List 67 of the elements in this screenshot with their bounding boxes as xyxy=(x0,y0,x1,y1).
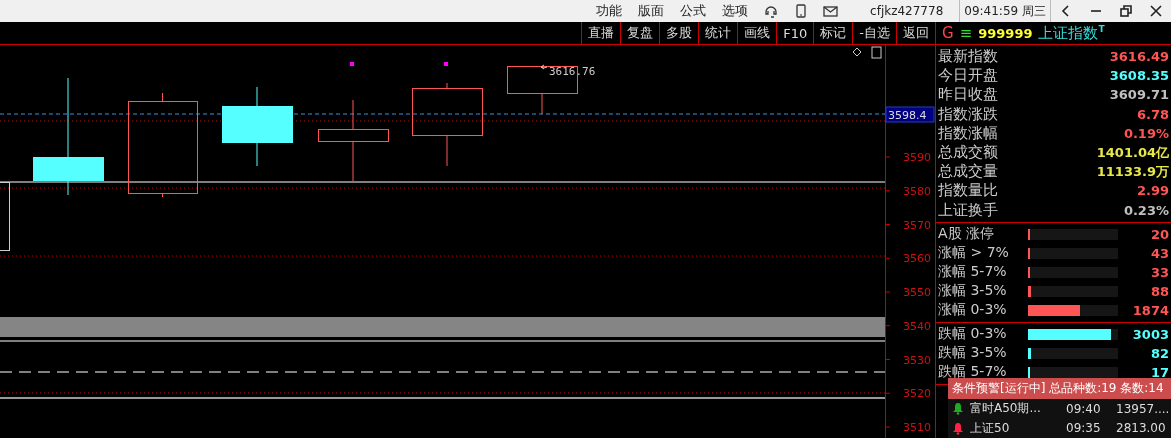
quote-label: 今日开盘 xyxy=(938,66,998,86)
quote-value: 11133.9万 xyxy=(1096,162,1169,181)
menu-glyph[interactable]: ≡ xyxy=(959,24,973,42)
stock-name: 上证指数$^{T}$ xyxy=(1038,23,1105,43)
alert-name[interactable]: 富时A50期... xyxy=(970,400,1060,418)
username: cfjkz427778 xyxy=(869,4,945,18)
price-axis-label: 3510 xyxy=(903,421,931,434)
window-icon[interactable] xyxy=(871,46,882,59)
alert-price: 13957.... xyxy=(1116,401,1170,416)
breadth-count: 3003 xyxy=(1131,326,1169,342)
breadth-count: 1874 xyxy=(1131,302,1169,318)
quote-value: 2.99 xyxy=(1136,183,1169,199)
superscript-label: T xyxy=(1098,23,1105,34)
quote-value: 0.19% xyxy=(1123,125,1169,141)
alert-title: 条件预警[运行中] 总品种数:19 条数:14 xyxy=(948,378,1171,400)
market-letter: G xyxy=(942,24,954,42)
alert-time: 09:40 xyxy=(1066,401,1102,416)
quote-label: 指数涨幅 xyxy=(938,123,998,143)
breadth-count: 82 xyxy=(1149,345,1169,361)
breadth-label: 涨幅 0-3% xyxy=(938,301,1008,320)
menu-item[interactable]: 功能 xyxy=(588,2,631,20)
candlestick xyxy=(0,182,10,251)
breadth-label: 跌幅 3-5% xyxy=(938,344,1008,363)
clock: 09:41:59 周三 xyxy=(959,0,1051,22)
breadth-count: 20 xyxy=(1149,226,1169,242)
price-axis-label: 3540 xyxy=(903,319,931,333)
alert-price: 2813.00 xyxy=(1116,421,1166,436)
quote-label: 总成交量 xyxy=(938,162,998,182)
price-axis-label: 3590 xyxy=(903,151,931,164)
quote-value: 1401.04亿 xyxy=(1096,143,1169,162)
quote-label: 上证换手 xyxy=(938,200,998,220)
price-axis-label: 3580 xyxy=(903,184,931,198)
diamond-icon[interactable] xyxy=(852,47,862,57)
quote-label: 昨日收盘 xyxy=(938,85,998,105)
price-axis-label: 3530 xyxy=(903,353,931,367)
breadth-label: 涨幅 3-5% xyxy=(938,282,1008,301)
quote-value: 3609.71 xyxy=(1109,87,1169,103)
quote-label: 指数量比 xyxy=(938,181,998,201)
current-price-tag: 3598.4 xyxy=(885,106,935,123)
breadth-count: 17 xyxy=(1149,364,1169,380)
breadth-label: 涨幅 5-7% xyxy=(938,263,1008,282)
breadth-label: 涨幅 > 7% xyxy=(938,244,1010,263)
breadth-count: 88 xyxy=(1149,283,1169,299)
alert-name[interactable]: 上证50 xyxy=(970,419,1060,437)
breadth-label: 跌幅 0-3% xyxy=(938,325,1008,344)
price-axis-label: 3520 xyxy=(903,387,931,401)
quote-value: 0.23% xyxy=(1123,202,1169,218)
alert-time: 09:35 xyxy=(1066,421,1102,436)
menu-item[interactable]: 公式 xyxy=(672,2,715,20)
quote-value: 3608.35 xyxy=(1109,68,1169,84)
price-axis-label: 3550 xyxy=(903,286,931,299)
price-axis-label: 3560 xyxy=(903,252,931,266)
quote-label: 最新指数 xyxy=(938,47,998,67)
bell-icon xyxy=(952,402,964,416)
menu-item[interactable]: 版面 xyxy=(630,2,673,20)
quote-label: 指数涨跌 xyxy=(938,104,998,124)
quote-label: 总成交额 xyxy=(938,143,998,163)
breadth-label: A股 涨停 xyxy=(938,225,996,244)
bell-icon xyxy=(952,421,964,435)
quote-value: 6.78 xyxy=(1136,106,1169,122)
quote-value: 3616.49 xyxy=(1109,49,1169,65)
breadth-count: 43 xyxy=(1149,245,1169,261)
menu-item[interactable]: 选项 xyxy=(714,2,757,20)
stock-code: 999999 xyxy=(978,25,1033,41)
breadth-count: 33 xyxy=(1149,264,1169,280)
pointer-arrow-icon xyxy=(540,64,548,70)
price-axis-label: 3570 xyxy=(903,218,931,232)
